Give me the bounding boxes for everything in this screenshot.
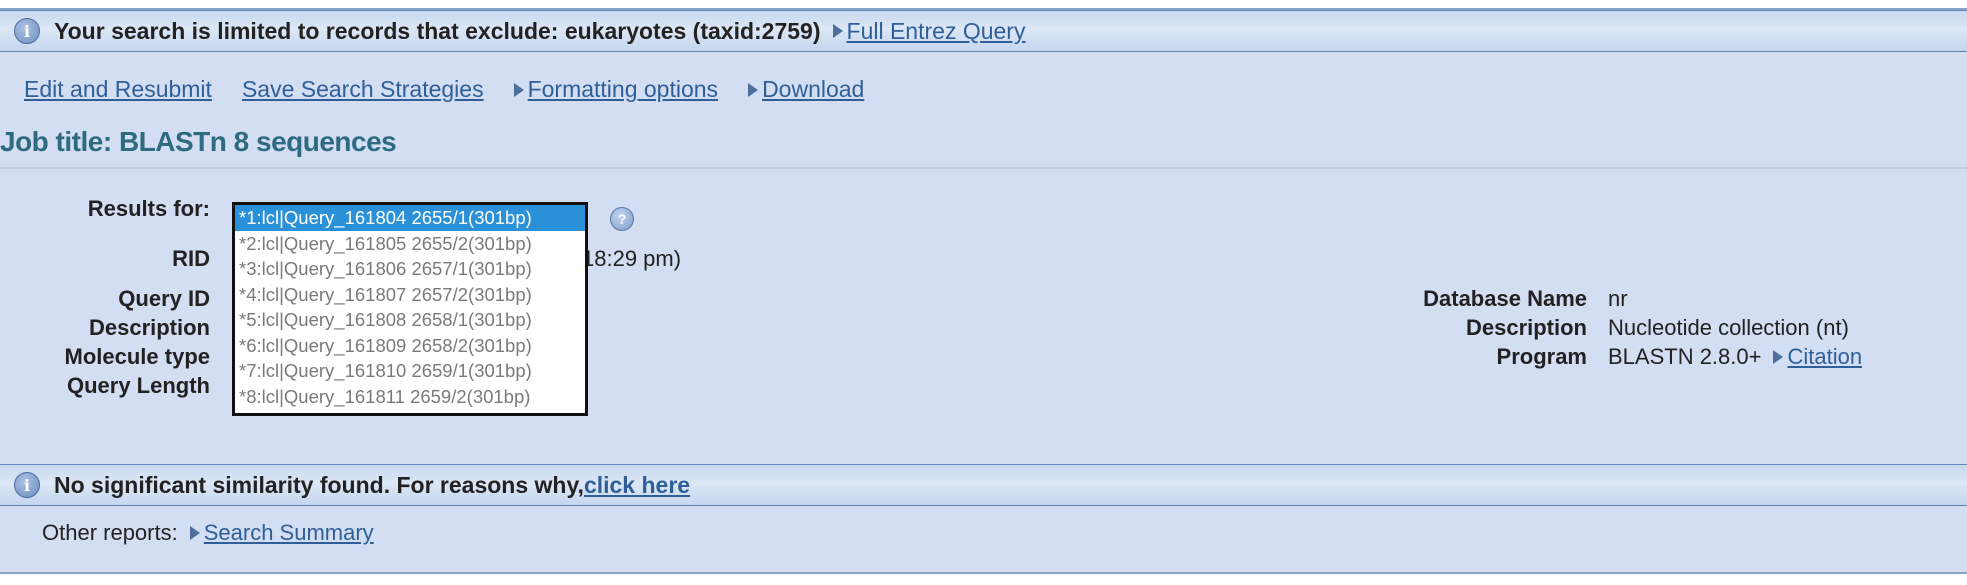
results-option[interactable]: *2:lcl|Query_161805 2655/2(301bp) <box>235 231 585 257</box>
results-page: i Your search is limited to records that… <box>0 0 1967 585</box>
description-label: Description <box>88 315 210 340</box>
other-reports-label: Other reports: <box>42 520 178 545</box>
info-icon: i <box>14 18 40 44</box>
results-option[interactable]: *6:lcl|Query_161809 2658/2(301bp) <box>235 333 585 359</box>
query-length-label: Query Length <box>66 373 210 398</box>
program-label: Program <box>1496 344 1587 369</box>
results-option[interactable]: *4:lcl|Query_161807 2657/2(301bp) <box>235 282 585 308</box>
results-option[interactable]: *5:lcl|Query_161808 2658/1(301bp) <box>235 307 585 333</box>
toolbar: Edit and Resubmit Save Search Strategies… <box>24 76 894 103</box>
triangle-right-icon <box>1773 350 1784 364</box>
results-option[interactable]: *3:lcl|Query_161806 2657/1(301bp) <box>235 256 585 282</box>
formatting-options-link[interactable]: Formatting options <box>528 76 718 103</box>
limit-banner-text: Your search is limited to records that e… <box>54 17 821 44</box>
molecule-type-label: Molecule type <box>64 344 210 369</box>
no-similarity-text: No significant similarity found. For rea… <box>54 471 584 498</box>
triangle-right-icon <box>189 526 200 540</box>
click-here-link[interactable]: click here <box>584 472 690 499</box>
triangle-right-icon <box>832 24 843 38</box>
no-similarity-banner: i No significant similarity found. For r… <box>0 464 1967 506</box>
database-description-label: Description <box>1465 315 1587 340</box>
other-reports: Other reports: Search Summary <box>42 520 374 546</box>
database-name-label: Database Name <box>1423 286 1587 311</box>
triangle-right-icon <box>748 82 759 97</box>
results-option[interactable]: *7:lcl|Query_161810 2659/1(301bp) <box>235 358 585 384</box>
save-search-strategies-link[interactable]: Save Search Strategies <box>242 76 484 103</box>
query-id-label: Query ID <box>118 286 210 311</box>
database-description-value: Nucleotide collection (nt) <box>1608 315 1849 340</box>
database-name-value: nr <box>1608 286 1628 311</box>
download-toggle[interactable]: Download <box>748 76 864 103</box>
rid-value: 18:29 pm) <box>582 246 682 271</box>
triangle-right-icon <box>513 82 524 97</box>
info-icon: i <box>14 472 40 498</box>
rid-label: RID <box>172 246 210 271</box>
formatting-options-toggle[interactable]: Formatting options <box>513 76 718 103</box>
help-icon[interactable]: ? <box>610 207 634 231</box>
program-row: BLASTN 2.8.0+ Citation <box>1608 344 1862 370</box>
results-for-select[interactable]: *1:lcl|Query_161804 2655/1(301bp) *2:lcl… <box>232 202 588 416</box>
search-summary-link[interactable]: Search Summary <box>204 520 374 546</box>
program-value: BLASTN 2.8.0+ <box>1608 344 1762 369</box>
job-title: Job title: BLASTn 8 sequences <box>0 126 397 157</box>
edit-resubmit-link[interactable]: Edit and Resubmit <box>24 76 212 103</box>
limit-banner: i Your search is limited to records that… <box>0 10 1967 52</box>
divider <box>0 167 1967 169</box>
results-option[interactable]: *1:lcl|Query_161804 2655/1(301bp) <box>235 205 585 231</box>
results-for-label: Results for: <box>87 196 210 221</box>
results-option[interactable]: *8:lcl|Query_161811 2659/2(301bp) <box>235 384 585 410</box>
full-entrez-query-link[interactable]: Full Entrez Query <box>847 18 1026 45</box>
download-link[interactable]: Download <box>762 76 864 103</box>
results-panel: i Your search is limited to records that… <box>0 8 1967 574</box>
citation-link[interactable]: Citation <box>1787 344 1862 370</box>
